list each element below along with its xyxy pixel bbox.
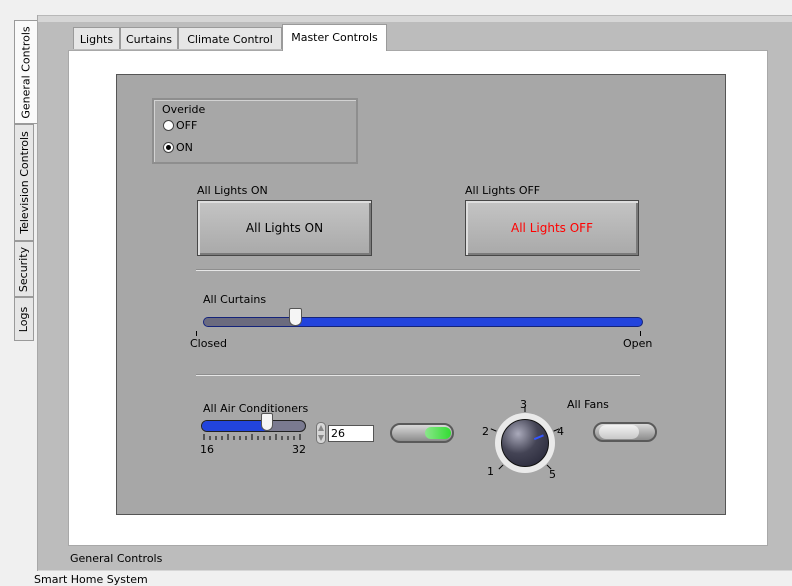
knob-label-4: 4 [557, 425, 564, 438]
tab-label: Climate Control [187, 33, 273, 46]
knob-label-5: 5 [549, 468, 556, 481]
tab-label: Master Controls [291, 31, 378, 44]
all-lights-off-button[interactable]: All Lights OFF [465, 200, 639, 256]
override-label: Overide [162, 103, 206, 116]
all-lights-off-label: All Lights OFF [465, 184, 541, 197]
knob-tick [498, 464, 504, 470]
all-lights-on-label: All Lights ON [197, 184, 268, 197]
tab-lights[interactable]: Lights [73, 27, 120, 49]
curtains-min-tick [196, 331, 197, 336]
override-on-radio[interactable]: ON [163, 141, 193, 154]
radio-off-label: OFF [176, 119, 198, 132]
curtains-closed-label: Closed [190, 337, 227, 350]
knob-label-3: 3 [520, 398, 527, 411]
curtains-max-tick [640, 331, 641, 336]
tab-control-caption: General Controls [70, 552, 163, 565]
temperature-spinner[interactable] [316, 422, 326, 444]
knob-label-1: 1 [487, 465, 494, 478]
radio-on-indicator[interactable] [163, 142, 174, 153]
vtab-security[interactable]: Security [14, 241, 34, 297]
curtains-open-label: Open [623, 337, 653, 350]
tab-label: Curtains [126, 33, 172, 46]
curtains-slider-track[interactable] [203, 317, 643, 327]
knob-tick [490, 428, 497, 432]
ac-slider-scale [203, 434, 301, 440]
tab-label: Lights [79, 33, 114, 46]
vtab-label: Security [17, 246, 31, 292]
all-curtains-label: All Curtains [203, 293, 267, 306]
ac-temperature-slider-track[interactable] [201, 420, 306, 432]
curtains-slider-fill [204, 318, 297, 326]
all-lights-on-button-text: All Lights ON [245, 221, 324, 235]
radio-on-label: ON [176, 141, 193, 154]
all-lights-off-button-text: All Lights OFF [511, 221, 593, 235]
air-conditioners-label: All Air Conditioners [203, 402, 309, 415]
override-off-radio[interactable]: OFF [163, 119, 197, 132]
ac-power-led [425, 427, 451, 439]
section-divider [196, 269, 640, 271]
curtains-slider-thumb[interactable] [289, 308, 303, 326]
vtab-label: General Controls [19, 25, 33, 119]
tab-curtains[interactable]: Curtains [120, 27, 178, 49]
vtab-television-controls[interactable]: Television Controls [14, 124, 34, 241]
vtab-general-controls[interactable]: General Controls [14, 20, 37, 124]
ac-temperature-slider-thumb[interactable] [260, 413, 273, 431]
section-divider [196, 374, 640, 376]
temperature-input[interactable]: 26 [328, 425, 374, 442]
knob-label-2: 2 [482, 425, 489, 438]
vtab-label: Logs [17, 306, 31, 332]
window-caption: Smart Home System [34, 573, 148, 586]
knob-pointer [533, 434, 544, 441]
ac-min-label: 16 [200, 443, 214, 456]
tab-master-controls[interactable]: Master Controls [282, 24, 387, 51]
fans-toggle-switch [599, 425, 639, 439]
tab-climate-control[interactable]: Climate Control [178, 27, 282, 49]
vtab-logs[interactable]: Logs [14, 297, 34, 341]
vtab-label: Television Controls [17, 131, 31, 234]
radio-off-indicator[interactable] [163, 120, 174, 131]
ac-max-label: 32 [292, 443, 306, 456]
ac-slider-fill [202, 421, 268, 431]
all-fans-label: All Fans [567, 398, 609, 411]
all-lights-on-button[interactable]: All Lights ON [197, 200, 372, 256]
